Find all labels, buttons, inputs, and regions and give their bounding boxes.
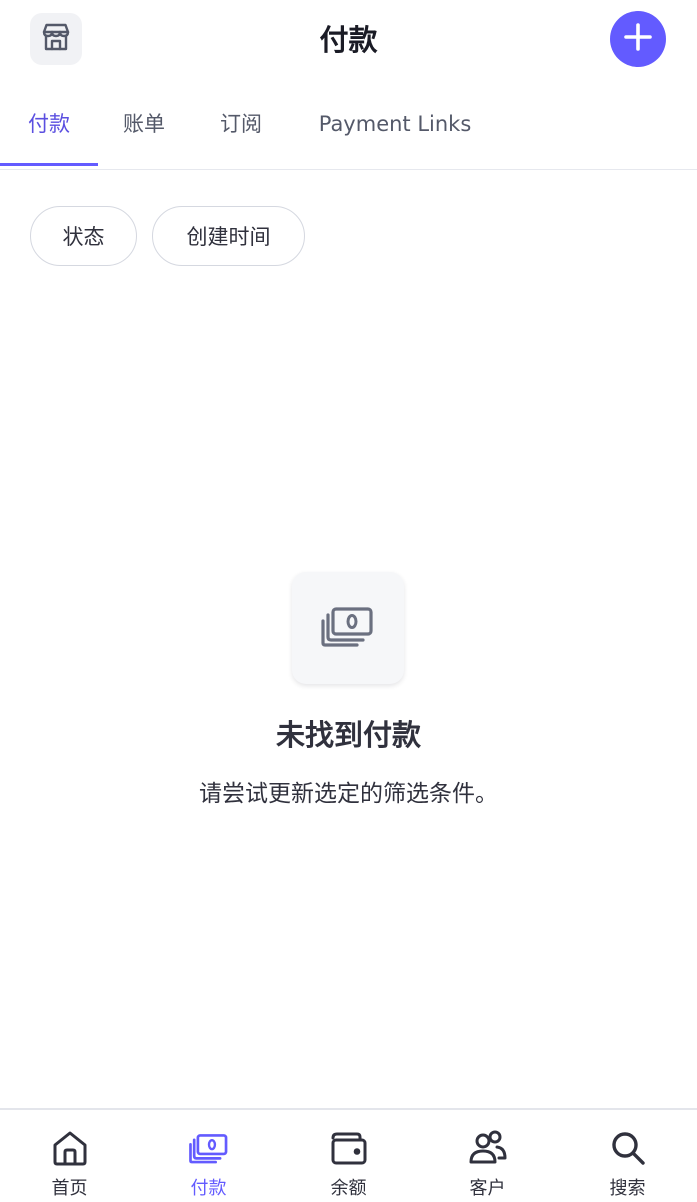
tab-invoices[interactable]: 账单 [106, 90, 182, 166]
add-payment-button[interactable] [610, 11, 666, 67]
active-tab-indicator [0, 163, 98, 166]
tab-subscriptions[interactable]: 订阅 [203, 90, 279, 166]
page-title: 付款 [319, 23, 378, 57]
nav-search[interactable]: 搜索 [558, 1110, 697, 1202]
nav-label: 首页 [51, 1178, 88, 1199]
filter-created-chip[interactable]: 创建时间 [152, 206, 305, 266]
nav-balances[interactable]: 余额 [279, 1110, 418, 1202]
filter-label: 状态 [62, 225, 105, 249]
home-icon [50, 1128, 90, 1168]
nav-home[interactable]: 首页 [0, 1110, 139, 1202]
search-icon [608, 1128, 648, 1168]
cash-icon [321, 604, 375, 652]
nav-label: 余额 [330, 1178, 367, 1199]
store-button[interactable] [30, 13, 82, 65]
empty-state-title: 未找到付款 [275, 718, 421, 752]
tab-payment-links[interactable]: Payment Links [305, 90, 485, 166]
tab-label: Payment Links [318, 112, 472, 136]
cash-icon [188, 1128, 229, 1168]
empty-state-icon-box [292, 572, 404, 684]
plus-icon [623, 22, 653, 56]
nav-customers[interactable]: 客户 [418, 1110, 557, 1202]
filter-label: 创建时间 [186, 225, 271, 249]
empty-state-subtitle: 请尝试更新选定的筛选条件。 [199, 781, 498, 807]
tab-label: 付款 [28, 112, 70, 136]
filter-status-chip[interactable]: 状态 [30, 206, 137, 266]
nav-label: 付款 [190, 1178, 227, 1199]
tab-label: 订阅 [220, 112, 262, 136]
tab-label: 账单 [123, 112, 165, 136]
nav-label: 搜索 [609, 1178, 646, 1199]
top-bar: 付款 [0, 0, 697, 80]
wallet-icon [329, 1128, 369, 1168]
people-icon [468, 1128, 508, 1168]
nav-label: 客户 [469, 1178, 506, 1199]
store-icon [39, 20, 73, 58]
nav-payments[interactable]: 付款 [139, 1110, 278, 1202]
tab-payments[interactable]: 付款 [0, 90, 98, 166]
tab-bar: 付款 账单 订阅 Payment Links [0, 90, 697, 170]
bottom-navigation: 首页 付款 余额 客户 搜索 [0, 1108, 697, 1202]
